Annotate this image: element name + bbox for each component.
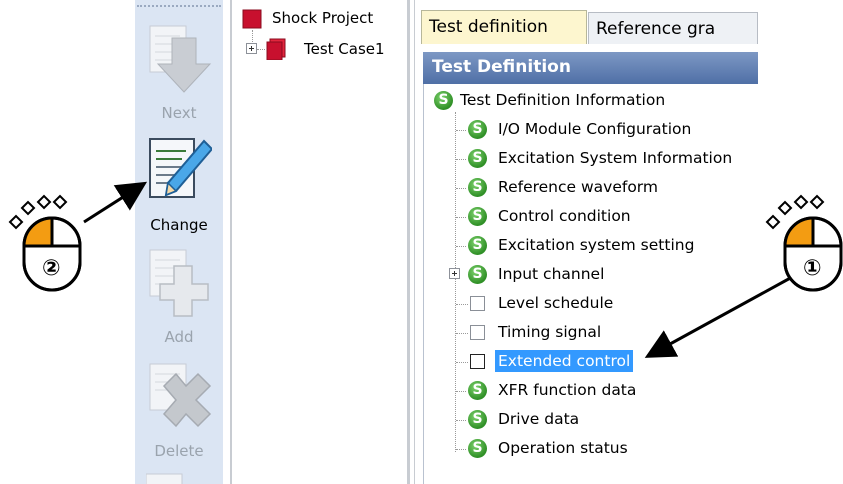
left-mouse-annotation: ②	[8, 194, 88, 294]
annotation-arrows	[83, 181, 795, 358]
step-1-badge: ①	[803, 256, 822, 281]
arrow-to-change-button	[83, 181, 148, 224]
right-mouse-annotation: ①	[765, 194, 843, 294]
step-2-badge: ②	[42, 256, 61, 281]
